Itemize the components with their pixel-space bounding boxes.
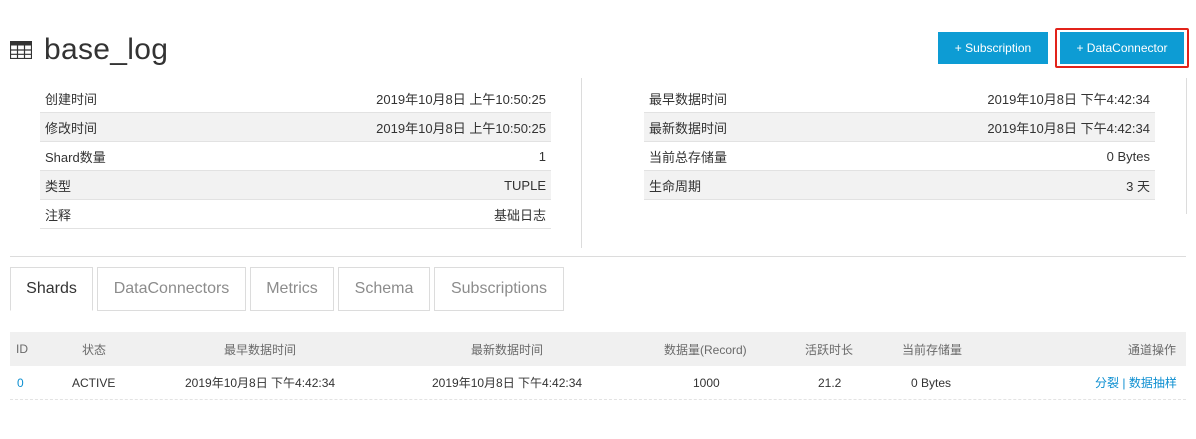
tab-metrics[interactable]: Metrics [250, 267, 334, 311]
table-row: 0 ACTIVE 2019年10月8日 下午4:42:34 2019年10月8日… [10, 366, 1186, 400]
info-label: 注释 [45, 207, 72, 223]
dataconnector-highlight: + DataConnector [1055, 28, 1189, 68]
section-divider [10, 256, 1186, 257]
info-label: 最新数据时间 [649, 120, 728, 136]
shard-last-time: 2019年10月8日 下午4:42:34 [432, 376, 583, 390]
info-value: 基础日志 [493, 207, 546, 223]
topic-info-left: 创建时间 2019年10月8日 上午10:50:25 修改时间 2019年10月… [40, 84, 551, 229]
info-row-created: 创建时间 2019年10月8日 上午10:50:25 [40, 84, 551, 113]
column-divider [581, 78, 582, 248]
shard-storage: 0 Bytes [911, 375, 952, 390]
column-header-active-duration: 活跃时长 [805, 342, 854, 357]
info-row-lifecycle: 生命周期 3 天 [644, 171, 1155, 200]
shard-records: 1000 [693, 375, 720, 390]
info-value: TUPLE [504, 177, 546, 193]
sample-data-link[interactable]: 数据抽样 [1129, 376, 1177, 390]
split-link[interactable]: 分裂 [1095, 376, 1119, 390]
shards-table: ID 状态 最早数据时间 最新数据时间 数据量(Record) 活跃时长 当前存… [10, 332, 1186, 400]
info-row-modified: 修改时间 2019年10月8日 上午10:50:25 [40, 113, 551, 142]
info-label: 修改时间 [45, 120, 98, 136]
tab-subscriptions[interactable]: Subscriptions [434, 267, 564, 311]
topic-info-right: 最早数据时间 2019年10月8日 下午4:42:34 最新数据时间 2019年… [644, 84, 1155, 200]
info-value: 2019年10月8日 下午4:42:34 [987, 91, 1150, 107]
column-header-storage: 当前存储量 [902, 342, 963, 357]
info-label: 类型 [45, 178, 72, 194]
info-label: 生命周期 [649, 178, 702, 194]
info-value: 2019年10月8日 上午10:50:25 [376, 120, 546, 136]
info-value: 0 Bytes [1106, 148, 1150, 164]
info-row-earliest: 最早数据时间 2019年10月8日 下午4:42:34 [644, 84, 1155, 113]
tab-dataconnectors[interactable]: DataConnectors [97, 267, 246, 311]
info-label: 最早数据时间 [649, 91, 728, 107]
info-row-comment: 注释 基础日志 [40, 200, 551, 229]
info-label: Shard数量 [45, 149, 106, 165]
info-row-storage: 当前总存储量 0 Bytes [644, 142, 1155, 171]
table-icon [10, 41, 32, 59]
info-value: 1 [538, 148, 546, 164]
column-header-records: 数据量(Record) [664, 342, 747, 357]
info-row-type: 类型 TUPLE [40, 171, 551, 200]
shard-operations: 分裂 | 数据抽样 [1095, 374, 1177, 391]
table-header: ID 状态 最早数据时间 最新数据时间 数据量(Record) 活跃时长 当前存… [10, 332, 1186, 366]
info-row-latest: 最新数据时间 2019年10月8日 下午4:42:34 [644, 113, 1155, 142]
column-header-operations: 通道操作 [1128, 342, 1177, 357]
info-row-shard-count: Shard数量 1 [40, 142, 551, 171]
column-header-status: 状态 [82, 342, 107, 357]
shard-status: ACTIVE [72, 375, 116, 390]
column-header-id: ID [16, 342, 28, 356]
tab-schema[interactable]: Schema [338, 267, 430, 311]
shard-first-time: 2019年10月8日 下午4:42:34 [185, 376, 336, 390]
page-title: base_log [44, 33, 169, 66]
add-dataconnector-button[interactable]: + DataConnector [1060, 32, 1184, 64]
column-header-first-time: 最早数据时间 [224, 342, 297, 357]
info-value: 2019年10月8日 下午4:42:34 [987, 120, 1150, 136]
info-value: 2019年10月8日 上午10:50:25 [376, 91, 546, 107]
right-divider [1186, 78, 1187, 214]
info-label: 创建时间 [45, 91, 98, 107]
column-header-last-time: 最新数据时间 [471, 342, 544, 357]
info-label: 当前总存储量 [649, 149, 728, 165]
shard-active-duration: 21.2 [818, 375, 842, 390]
info-value: 3 天 [1126, 178, 1150, 194]
tab-bar: Shards DataConnectors Metrics Schema Sub… [10, 267, 568, 311]
add-subscription-button[interactable]: + Subscription [938, 32, 1048, 64]
shard-id-link[interactable]: 0 [17, 376, 24, 390]
operation-separator: | [1119, 376, 1129, 390]
tab-shards[interactable]: Shards [10, 267, 93, 311]
page-header: base_log [10, 30, 168, 70]
